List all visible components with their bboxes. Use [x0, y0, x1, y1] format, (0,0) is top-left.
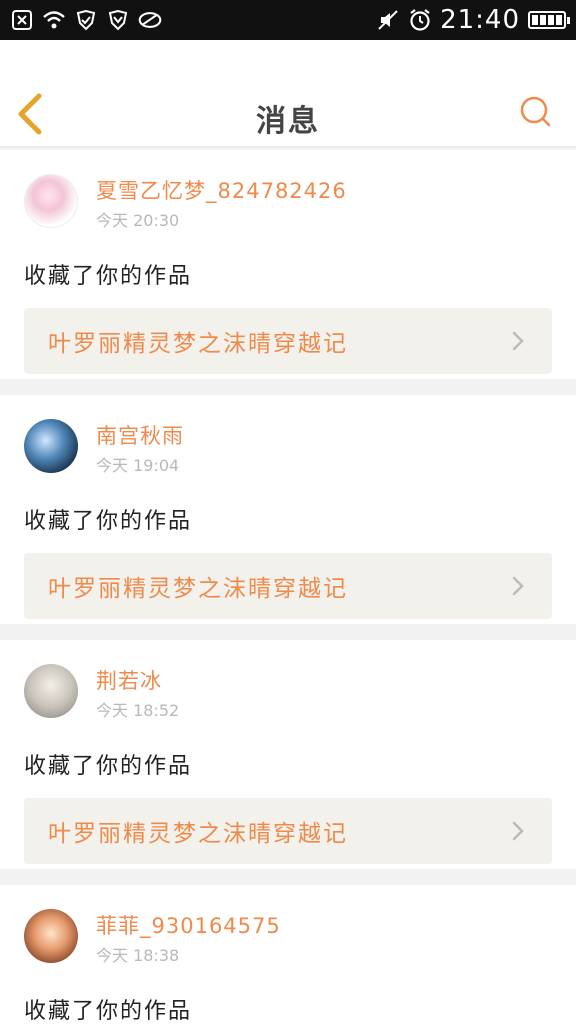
message-list[interactable]: 夏雪乙忆梦_824782426 今天 20:30 收藏了你的作品 叶罗丽精灵梦之… [0, 150, 576, 1025]
username[interactable]: 荆若冰 [96, 666, 179, 696]
search-icon [520, 96, 551, 127]
message-card: 菲菲_930164575 今天 18:38 收藏了你的作品 [0, 885, 576, 1025]
action-text: 收藏了你的作品 [24, 509, 193, 534]
status-icons-left [10, 8, 162, 32]
timestamp: 今天 20:30 [96, 211, 180, 230]
mute-icon [376, 8, 400, 32]
sender-info: 南宫秋雨 今天 19:04 [96, 419, 184, 479]
message-card: 南宫秋雨 今天 19:04 收藏了你的作品 叶罗丽精灵梦之沫晴穿越记 [0, 395, 576, 624]
avatar[interactable] [24, 664, 78, 718]
work-title: 叶罗丽精灵梦之沫晴穿越记 [48, 331, 348, 357]
avatar[interactable] [24, 174, 78, 228]
message-card: 荆若冰 今天 18:52 收藏了你的作品 叶罗丽精灵梦之沫晴穿越记 [0, 640, 576, 869]
username[interactable]: 夏雪乙忆梦_824782426 [96, 176, 347, 206]
status-bar: 21:40 [0, 0, 576, 40]
sender-info: 夏雪乙忆梦_824782426 今天 20:30 [96, 174, 347, 234]
work-link[interactable]: 叶罗丽精灵梦之沫晴穿越记 [24, 308, 552, 374]
username[interactable]: 南宫秋雨 [96, 421, 184, 451]
chevron-right-icon [508, 329, 528, 353]
avatar[interactable] [24, 909, 78, 963]
action-text: 收藏了你的作品 [24, 754, 193, 779]
vpn-shield-icon [106, 8, 130, 32]
action-text: 收藏了你的作品 [24, 264, 193, 289]
username[interactable]: 菲菲_930164575 [96, 911, 281, 941]
work-link[interactable]: 叶罗丽精灵梦之沫晴穿越记 [24, 553, 552, 619]
shield-check-icon [74, 8, 98, 32]
sender-info: 荆若冰 今天 18:52 [96, 664, 179, 724]
page-title: 消息 [256, 104, 320, 139]
message-header: 夏雪乙忆梦_824782426 今天 20:30 [24, 174, 552, 234]
status-icons-right: 21:40 [376, 5, 570, 35]
timestamp: 今天 18:52 [96, 701, 180, 720]
message-header: 荆若冰 今天 18:52 [24, 664, 552, 724]
work-title: 叶罗丽精灵梦之沫晴穿越记 [48, 821, 348, 847]
app-notification-icon [138, 8, 162, 32]
avatar[interactable] [24, 419, 78, 473]
battery-icon [528, 11, 570, 29]
work-link[interactable]: 叶罗丽精灵梦之沫晴穿越记 [24, 798, 552, 864]
close-notification-icon [10, 8, 34, 32]
alarm-icon [408, 8, 432, 32]
message-header: 南宫秋雨 今天 19:04 [24, 419, 552, 479]
search-button[interactable] [516, 92, 556, 132]
wifi-icon [42, 8, 66, 32]
message-header: 菲菲_930164575 今天 18:38 [24, 909, 552, 969]
chevron-right-icon [508, 819, 528, 843]
work-title: 叶罗丽精灵梦之沫晴穿越记 [48, 576, 348, 602]
sender-info: 菲菲_930164575 今天 18:38 [96, 909, 281, 969]
chevron-right-icon [508, 574, 528, 598]
nav-bar: 消息 [0, 40, 576, 148]
message-card: 夏雪乙忆梦_824782426 今天 20:30 收藏了你的作品 叶罗丽精灵梦之… [0, 150, 576, 379]
timestamp: 今天 18:38 [96, 946, 180, 965]
action-text: 收藏了你的作品 [24, 999, 193, 1024]
timestamp: 今天 19:04 [96, 456, 180, 475]
status-time: 21:40 [440, 5, 520, 35]
